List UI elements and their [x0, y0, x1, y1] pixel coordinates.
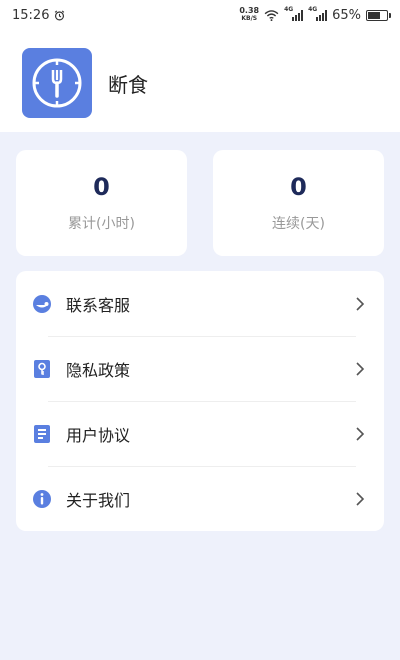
stat-value-streak-days: 0 [290, 173, 307, 201]
info-icon [32, 489, 52, 509]
menu-item-user-agreement[interactable]: 用户协议 [16, 401, 384, 466]
stats-row: 0 累计(小时) 0 连续(天) [16, 150, 384, 256]
top-section: 15:26 0.38 KB/S 4G 4G 65% 断食 [0, 0, 400, 132]
network-speed-unit: KB/S [241, 15, 258, 22]
document-icon [32, 424, 52, 444]
app-header: 断食 [0, 30, 400, 118]
status-time: 15:26 [12, 7, 50, 23]
network-speed-value: 0.38 [239, 6, 260, 15]
menu-label-user-agreement: 用户协议 [66, 425, 131, 445]
customer-service-icon [32, 294, 52, 314]
clock-fork-icon [32, 58, 82, 108]
chevron-right-icon [354, 296, 366, 312]
menu-item-customer-service[interactable]: 联系客服 [16, 271, 384, 336]
chevron-right-icon [354, 361, 366, 377]
chevron-right-icon [354, 426, 366, 442]
alarm-icon [55, 10, 65, 20]
menu-item-about-us[interactable]: 关于我们 [16, 466, 384, 531]
status-bar: 15:26 0.38 KB/S 4G 4G 65% [0, 0, 400, 30]
signal-icon-2: 4G [308, 6, 328, 21]
menu-label-about-us: 关于我们 [66, 490, 131, 510]
signal-label-2: 4G [308, 5, 318, 13]
menu-label-privacy-policy: 隐私政策 [66, 360, 131, 380]
privacy-key-icon [32, 359, 52, 379]
status-left: 15:26 [12, 8, 65, 23]
stat-card-total-hours: 0 累计(小时) [16, 150, 187, 256]
network-speed: 0.38 KB/S [239, 7, 259, 23]
battery-percent: 65% [332, 7, 361, 23]
stat-card-streak-days: 0 连续(天) [213, 150, 384, 256]
signal-label-1: 4G [284, 5, 294, 13]
app-logo [22, 48, 92, 118]
wifi-icon [264, 9, 279, 21]
battery-fill [368, 11, 380, 19]
battery-icon [366, 9, 391, 21]
settings-menu: 联系客服 隐私政策 用户协议 关于我们 [16, 271, 384, 531]
menu-item-privacy-policy[interactable]: 隐私政策 [16, 336, 384, 401]
menu-label-customer-service: 联系客服 [66, 295, 131, 315]
app-title: 断食 [108, 72, 148, 97]
stat-label-streak-days: 连续(天) [272, 216, 325, 232]
status-right: 0.38 KB/S 4G 4G 65% [239, 6, 391, 23]
signal-icon-1: 4G [284, 6, 304, 21]
stat-value-total-hours: 0 [93, 173, 110, 201]
chevron-right-icon [354, 491, 366, 507]
stat-label-total-hours: 累计(小时) [68, 216, 135, 232]
